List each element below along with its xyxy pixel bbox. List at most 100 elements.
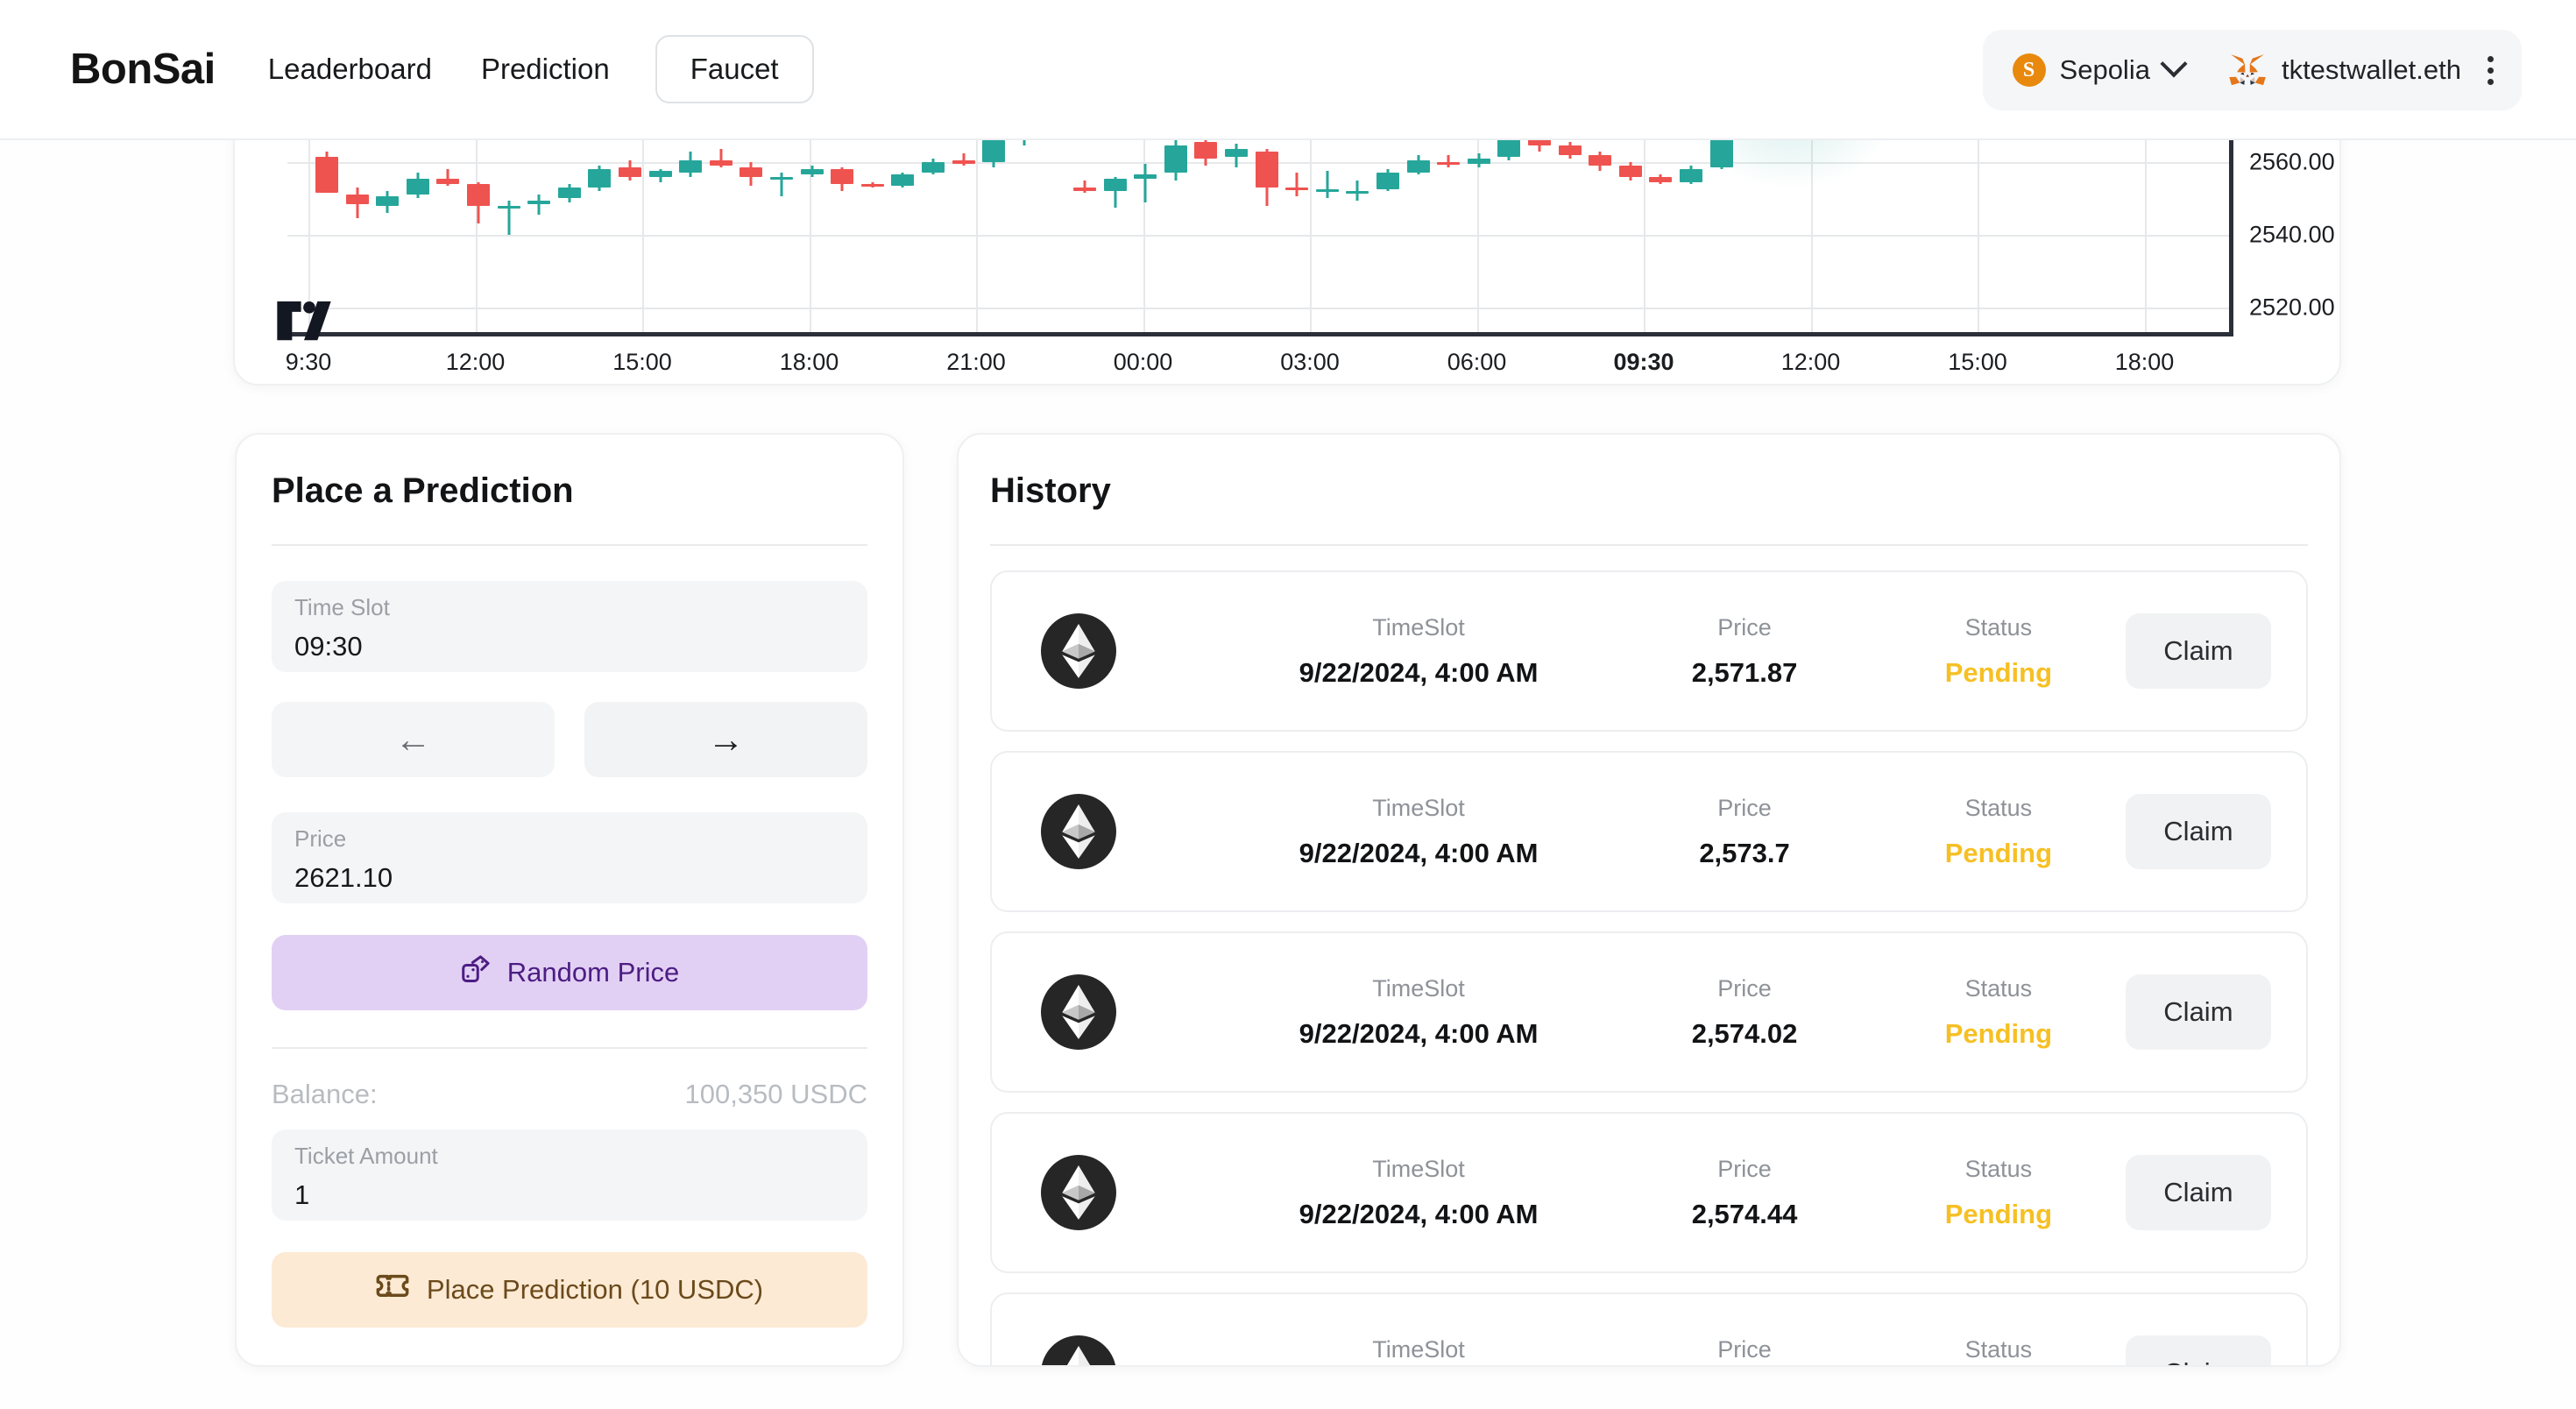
price-cell: Price 2,574.02 — [1617, 975, 1872, 1050]
candle-body — [467, 183, 490, 206]
candle-body — [345, 195, 369, 204]
status-cell: StatusPending — [1872, 975, 2126, 1050]
candle-body — [891, 174, 915, 186]
nav-item-prediction[interactable]: Prediction — [469, 44, 622, 95]
timeslot-value: 9/22/2024, 4:00 AM — [1299, 837, 1539, 868]
timeslot-stepper: ← → — [272, 702, 867, 777]
app-header: BonSai Leaderboard Prediction Faucet S S… — [0, 0, 2576, 140]
status-cell: StatusPending — [1872, 795, 2126, 869]
candle-body — [800, 169, 824, 175]
network-name: Sepolia — [2059, 54, 2150, 85]
network-selector[interactable]: S Sepolia — [2006, 50, 2190, 87]
timeslot-value: 9/22/2024, 4:00 AM — [1299, 1017, 1539, 1049]
balance-row: Balance: 100,350 USDC — [272, 1079, 867, 1110]
timeslot-field[interactable]: Time Slot 09:30 — [272, 581, 867, 672]
ethereum-icon — [1041, 1335, 1116, 1365]
claim-button[interactable]: Claim — [2125, 974, 2272, 1050]
candle-body — [709, 159, 732, 166]
wallet-bar: S Sepolia tktestwallet.eth — [1982, 30, 2522, 110]
timeslot-value: 09:30 — [294, 630, 363, 662]
candle-body — [1255, 151, 1278, 188]
candle-body — [1285, 188, 1309, 190]
candle-body — [1346, 191, 1369, 195]
candle-body — [831, 169, 854, 184]
candle-body — [406, 178, 429, 195]
claim-button[interactable]: Claim — [2125, 1335, 2272, 1365]
candle-body — [1134, 174, 1157, 179]
time-tick-label: 00:00 — [1113, 349, 1173, 375]
ticket-amount-field[interactable]: Ticket Amount 1 — [272, 1129, 867, 1221]
timeslot-cell: TimeSlot 9/22/2024, 4:00 AM — [1220, 975, 1617, 1050]
ticket-amount-value: 1 — [294, 1179, 310, 1210]
candle-wick — [1355, 180, 1359, 201]
price-input-value: 2621.10 — [294, 861, 393, 893]
table-row[interactable]: TimeSlot 9/22/2024, 4:00 AM Price 2,571.87 S… — [990, 570, 2308, 732]
history-card-title: History — [990, 471, 1111, 510]
time-axis: 9:30 12:00 15:00 18:00 21:00 00:00 03:00 06:00 0… — [235, 336, 2339, 384]
prediction-card-title: Place a Prediction — [272, 471, 574, 510]
status-badge: Pending — [1944, 656, 2053, 688]
price-cell: Price2,575.43 — [1617, 1336, 1872, 1366]
history-list[interactable]: TimeSlot 9/22/2024, 4:00 AM Price 2,571.87 S… — [990, 570, 2308, 1366]
candle-body — [497, 205, 520, 209]
nav-item-leaderboard[interactable]: Leaderboard — [256, 44, 444, 95]
faucet-button[interactable]: Faucet — [655, 35, 814, 103]
candle-body — [679, 159, 703, 173]
status-column-header: Status — [1964, 1155, 2033, 1182]
time-tick-label: 18:00 — [2114, 349, 2175, 375]
candle-wick — [1326, 171, 1329, 199]
candle-wick — [1143, 164, 1147, 202]
place-prediction-card: Place a Prediction Time Slot 09:30 ← → P… — [235, 433, 904, 1367]
price-field[interactable]: Price 2621.10 — [272, 812, 867, 903]
candle-body — [1164, 145, 1187, 173]
account-chip[interactable]: tktestwallet.eth — [2229, 53, 2461, 87]
status-column-header: Status — [1964, 794, 2033, 821]
ethereum-icon — [1041, 794, 1116, 869]
balance-label: Balance: — [272, 1079, 378, 1109]
candle-body — [952, 159, 975, 165]
claim-button[interactable]: Claim — [2125, 1155, 2272, 1230]
table-row[interactable]: TimeSlot 9/22/2024, 4:00 AM Price 2,573.7 St… — [990, 751, 2308, 912]
candle-body — [1376, 173, 1399, 190]
timeslot-value: 9/22/2024, 4:00 AM — [1299, 1198, 1539, 1229]
app-logo[interactable]: BonSai — [70, 45, 216, 94]
candle-wick — [537, 195, 541, 216]
candle-body — [1437, 161, 1461, 165]
price-label: Price — [294, 825, 347, 852]
claim-button[interactable]: Claim — [2125, 794, 2272, 869]
next-timeslot-button[interactable]: → — [584, 702, 867, 777]
candle-body — [1589, 154, 1612, 166]
divider-2 — [272, 1047, 867, 1049]
previous-timeslot-button[interactable]: ← — [272, 702, 555, 777]
candle-body — [1467, 158, 1490, 165]
price-tick-label: 2520.00 — [2249, 294, 2335, 321]
candle-body — [315, 156, 338, 194]
more-options-icon[interactable] — [2482, 51, 2499, 90]
ethereum-icon — [1041, 974, 1116, 1050]
candle-body — [1497, 138, 1521, 157]
status-cell: StatusPending — [1872, 614, 2126, 689]
status-cell: StatusPending — [1872, 1335, 2126, 1366]
table-row[interactable]: TimeSlot9/22/2024, 4:00 AMPrice2,575.43S… — [990, 1292, 2308, 1366]
ticket-icon — [376, 1273, 409, 1306]
price-cell: Price 2,574.44 — [1617, 1156, 1872, 1230]
ethereum-icon — [1041, 1155, 1116, 1230]
table-row[interactable]: TimeSlot 9/22/2024, 4:00 AM Price 2,574.02 S… — [990, 931, 2308, 1093]
price-value: 2,574.02 — [1691, 1017, 1798, 1049]
price-tick-label: 2540.00 — [2249, 221, 2335, 248]
timeslot-column-header: TimeSlot — [1372, 1155, 1465, 1182]
timeslot-cell: TimeSlot 9/22/2024, 4:00 AM — [1220, 795, 1617, 869]
timeslot-label: Time Slot — [294, 594, 390, 620]
time-tick-label: 15:00 — [612, 349, 672, 375]
random-price-button[interactable]: Random Price — [272, 935, 867, 1010]
candle-body — [619, 167, 641, 177]
table-row[interactable]: TimeSlot 9/22/2024, 4:00 AM Price 2,574.44 S… — [990, 1112, 2308, 1273]
claim-button[interactable]: Claim — [2125, 613, 2272, 689]
status-cell: StatusPending — [1872, 1156, 2126, 1230]
timeslot-column-header: TimeSlot — [1372, 613, 1465, 641]
timeslot-column-header: TimeSlot — [1372, 794, 1465, 821]
candle-wick — [1083, 180, 1086, 194]
status-column-header: Status — [1964, 1335, 2033, 1363]
price-value: 2,573.7 — [1699, 837, 1790, 868]
place-prediction-button[interactable]: Place Prediction (10 USDC) — [272, 1252, 867, 1328]
